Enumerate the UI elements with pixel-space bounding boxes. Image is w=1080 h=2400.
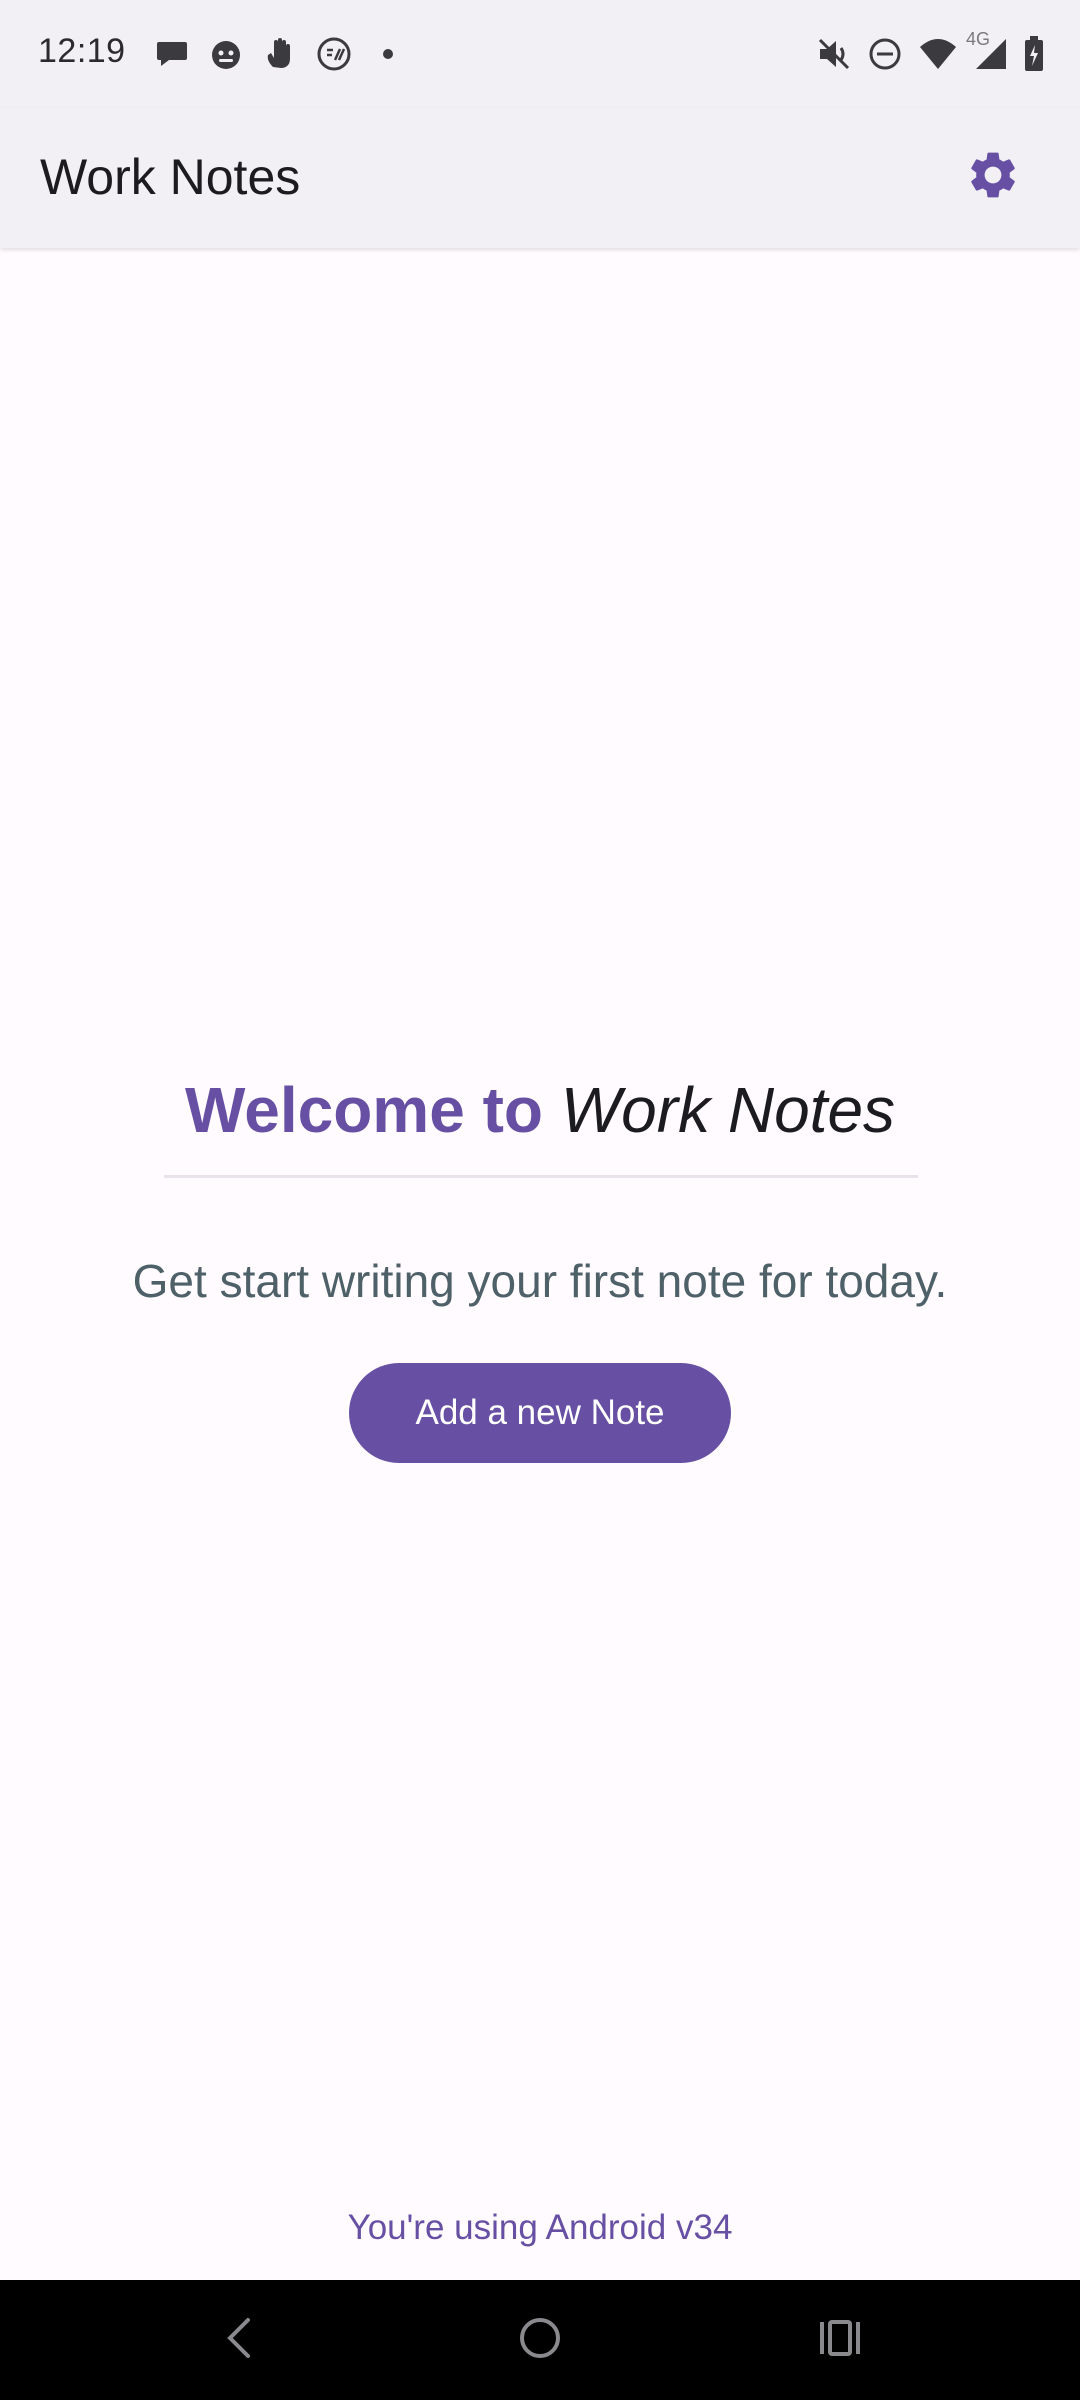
version-text: You're using Android v34 <box>347 2208 733 2247</box>
hand-icon <box>260 34 300 74</box>
system-icons: 4G <box>816 29 1044 78</box>
welcome-heading: Welcome to Work Notes <box>0 1068 1080 1152</box>
welcome-prefix: Welcome to <box>184 1074 543 1146</box>
welcome-subtitle: Get start writing your first note for to… <box>132 1255 948 1307</box>
heading-divider <box>164 1175 918 1178</box>
add-note-button[interactable]: Add a new Note <box>349 1363 731 1463</box>
mute-icon <box>816 36 852 72</box>
recents-button[interactable] <box>810 2310 870 2370</box>
battery-icon <box>1024 36 1044 72</box>
app-bar: Work Notes <box>0 108 1080 248</box>
status-bar: 12:19 4G <box>0 0 1080 108</box>
cat-face-icon <box>206 34 246 74</box>
home-button[interactable] <box>510 2310 570 2370</box>
notification-icons <box>152 32 408 76</box>
recents-icon <box>818 2318 862 2363</box>
signal-icon: 4G <box>966 29 1008 71</box>
chat-bubble-icon <box>152 34 192 74</box>
settings-button[interactable] <box>960 144 1026 210</box>
network-type-label: 4G <box>966 29 991 49</box>
status-time: 12:19 <box>38 32 126 70</box>
dot-icon <box>368 34 408 74</box>
app-circle-icon <box>314 34 354 74</box>
do-not-disturb-icon <box>868 37 902 71</box>
welcome-app-name: Work Notes <box>560 1074 896 1146</box>
wifi-icon <box>918 37 958 71</box>
back-button[interactable] <box>210 2310 270 2370</box>
back-chevron-icon <box>220 2314 260 2367</box>
navigation-bar <box>0 2280 1080 2400</box>
app-title: Work Notes <box>40 149 301 205</box>
gear-icon <box>965 147 1021 208</box>
home-circle-icon <box>518 2316 562 2365</box>
